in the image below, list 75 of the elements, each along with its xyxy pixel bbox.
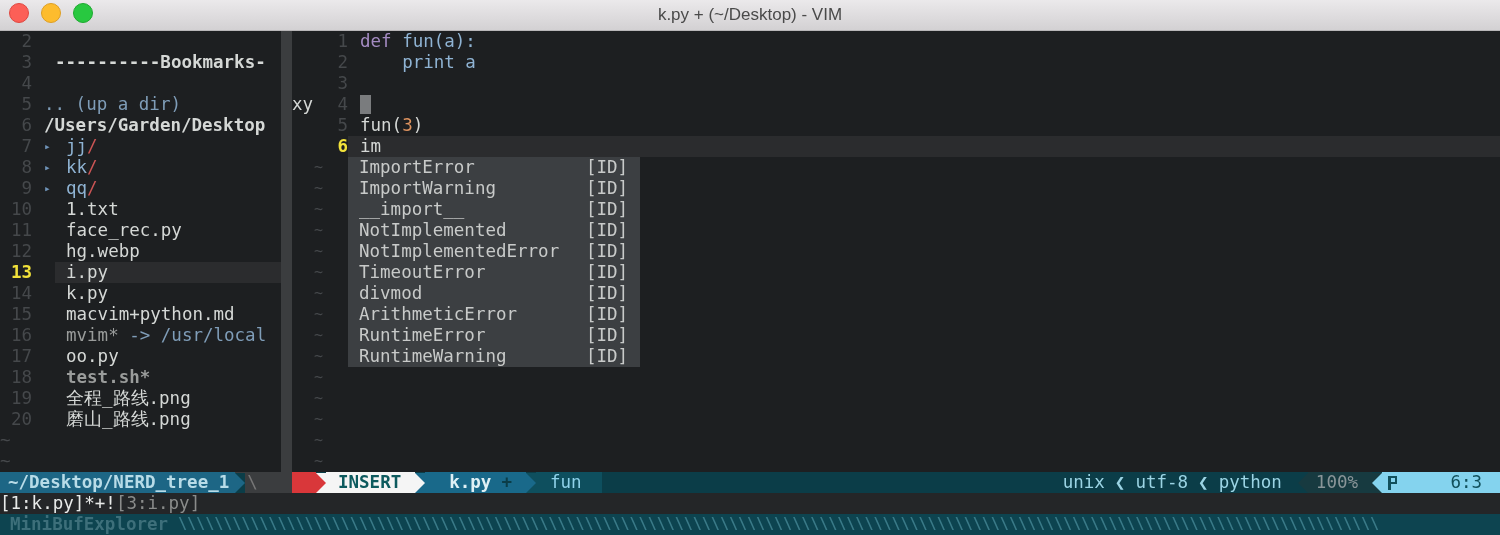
bookmarks-heading: ----------Bookmarks- bbox=[54, 52, 266, 73]
completion-item[interactable]: RuntimeError [ID] bbox=[348, 325, 640, 346]
folder-name[interactable]: jj/ bbox=[66, 136, 98, 157]
file-name[interactable]: macvim+python.md bbox=[66, 304, 235, 325]
line-number-icon bbox=[1386, 474, 1398, 491]
empty-line-marker: ~ bbox=[313, 241, 324, 262]
completion-item[interactable]: ImportError [ID] bbox=[348, 157, 640, 178]
up-dir-link[interactable]: .. (up a dir) bbox=[44, 94, 181, 115]
file-name[interactable]: 1.txt bbox=[66, 199, 119, 220]
cursor-position: 6:3 bbox=[1450, 472, 1483, 493]
empty-line-marker: ~ bbox=[313, 199, 324, 220]
code-line: im bbox=[360, 136, 382, 157]
code-line: fun(3) bbox=[360, 115, 424, 136]
empty-line-marker: ~ bbox=[313, 388, 324, 409]
file-name[interactable]: k.py bbox=[66, 283, 109, 304]
file-name[interactable]: test.sh* bbox=[66, 367, 151, 388]
expand-arrow[interactable]: ▸ bbox=[44, 136, 66, 157]
file-name[interactable]: 全程_路线.png bbox=[66, 388, 191, 409]
completion-item[interactable]: RuntimeWarning [ID] bbox=[348, 346, 640, 367]
file-type: python bbox=[1217, 472, 1283, 493]
zoom-button[interactable] bbox=[73, 3, 93, 23]
tree-path: ~/Desktop/NERD_tree_1 bbox=[0, 472, 236, 493]
completion-item[interactable]: NotImplementedError [ID] bbox=[348, 241, 640, 262]
separator-glyph: ❮ bbox=[1113, 472, 1126, 493]
file-name[interactable]: 磨山_路线.png bbox=[66, 409, 191, 430]
file-format: unix bbox=[1061, 472, 1105, 493]
status-fill: \ bbox=[246, 472, 258, 493]
function-name: fun bbox=[535, 472, 602, 493]
empty-line-marker: ~ bbox=[313, 430, 324, 451]
empty-line-marker: ~ bbox=[313, 325, 324, 346]
file-name[interactable]: face_rec.py bbox=[66, 220, 182, 241]
expand-arrow[interactable]: ▸ bbox=[44, 178, 66, 199]
completion-item[interactable]: divmod [ID] bbox=[348, 283, 640, 304]
file-name[interactable]: hg.webp bbox=[66, 241, 140, 262]
file-name[interactable]: oo.py bbox=[66, 346, 119, 367]
empty-line-marker: ~ bbox=[313, 367, 324, 388]
completion-item[interactable]: ImportWarning [ID] bbox=[348, 178, 640, 199]
empty-line-marker: ~ bbox=[313, 283, 324, 304]
empty-line-marker: ~ bbox=[313, 220, 324, 241]
folder-name[interactable]: kk/ bbox=[66, 157, 98, 178]
completion-item[interactable]: TimeoutError [ID] bbox=[348, 262, 640, 283]
file-name[interactable]: i.py bbox=[66, 262, 109, 283]
file-name: k.py + bbox=[425, 472, 526, 493]
symlink-entry[interactable]: mvim* -> /usr/local bbox=[66, 325, 267, 346]
empty-line-marker: ~ bbox=[0, 451, 11, 472]
empty-line-marker: ~ bbox=[313, 262, 324, 283]
empty-line-marker: ~ bbox=[313, 178, 324, 199]
status-fill: \\\\\\\\\\\\\\\\\\\\\\\\\\\\\\\\\\\\\\\\\\\\\\\\\\\\\\\\\\\\\\\\\\\\\\\\\\\\\\\\\\\\\\\\\\\\\\\\\\\\\\\\\\\\\\\\\\\\\\\\\\\\\\\\\\\\\ bbox=[178, 514, 1380, 535]
empty-line-marker: ~ bbox=[313, 409, 324, 430]
buffer-tab[interactable]: [3:i.py] bbox=[115, 493, 201, 513]
line-number: 6 bbox=[336, 136, 348, 157]
empty-line-marker: ~ bbox=[0, 430, 11, 451]
buffer-tab[interactable]: [1:k.py]*+! bbox=[0, 493, 116, 513]
root-path: /Users/Garden/Desktop bbox=[44, 115, 266, 136]
line-number: 13 bbox=[9, 262, 32, 283]
completion-item[interactable]: NotImplemented [ID] bbox=[348, 220, 640, 241]
scroll-percent: 100% bbox=[1307, 472, 1372, 493]
empty-line-marker: ~ bbox=[313, 451, 324, 472]
minimize-button[interactable] bbox=[41, 3, 61, 23]
close-button[interactable] bbox=[9, 3, 29, 23]
completion-item[interactable]: __import__ [ID] bbox=[348, 199, 640, 220]
folder-name[interactable]: qq/ bbox=[66, 178, 98, 199]
expand-arrow[interactable]: ▸ bbox=[44, 157, 66, 178]
empty-line-marker: ~ bbox=[313, 304, 324, 325]
empty-line-marker: ~ bbox=[313, 346, 324, 367]
mode-indicator: INSERT bbox=[326, 472, 416, 493]
encoding: utf-8 bbox=[1134, 472, 1189, 493]
empty-line-marker: ~ bbox=[313, 157, 324, 178]
stray-text: xy bbox=[292, 94, 314, 115]
completion-item[interactable]: ArithmeticError [ID] bbox=[348, 304, 640, 325]
code-line: def fun(a): bbox=[360, 31, 476, 52]
mode-color-block bbox=[292, 472, 316, 493]
separator-glyph: ❮ bbox=[1197, 472, 1209, 493]
code-line: print a bbox=[401, 52, 476, 73]
window-title: k.py + (~/Desktop) - VIM bbox=[657, 5, 843, 25]
